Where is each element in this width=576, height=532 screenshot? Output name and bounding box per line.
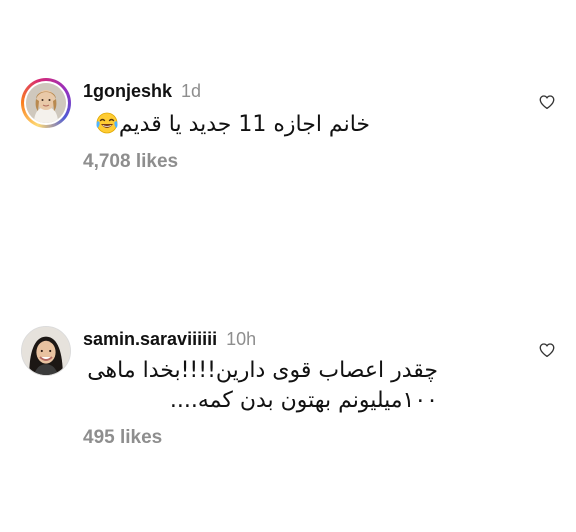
likes-count[interactable]: 495 likes — [83, 426, 162, 450]
child-portrait-icon — [26, 83, 66, 123]
avatar[interactable] — [21, 326, 71, 376]
timestamp: 1d — [181, 81, 202, 101]
comment-text-line: خانم اجازه 11 جدید یا قدیم — [118, 112, 370, 137]
avatar[interactable] — [21, 78, 71, 128]
face-with-tears-of-joy-icon — [95, 111, 119, 135]
username[interactable]: 1gonjeshk — [83, 81, 172, 101]
timestamp: 10h — [226, 329, 257, 349]
comment-text-line: ۱۰۰میلیونم بهتون بدن کمه.... — [169, 388, 438, 413]
heart-outline-icon[interactable] — [538, 341, 556, 359]
comment-text: خانم اجازه 11 جدید یا قدیم — [93, 110, 370, 140]
comment-text-line: چقدر اعصاب قوی دارین!!!!بخدا ماهی — [87, 358, 438, 383]
comment-header: samin.saraviiiiii 10h — [83, 328, 256, 350]
comment-header: 1gonjeshk 1d — [83, 80, 201, 102]
comment-text: چقدر اعصاب قوی دارین!!!!بخدا ماهی ۱۰۰میل… — [87, 356, 438, 416]
likes-count[interactable]: 4,708 likes — [83, 150, 178, 174]
woman-portrait-icon — [22, 327, 70, 375]
heart-outline-icon[interactable] — [538, 93, 556, 111]
avatar-photo — [26, 83, 66, 123]
username[interactable]: samin.saraviiiiii — [83, 329, 217, 349]
